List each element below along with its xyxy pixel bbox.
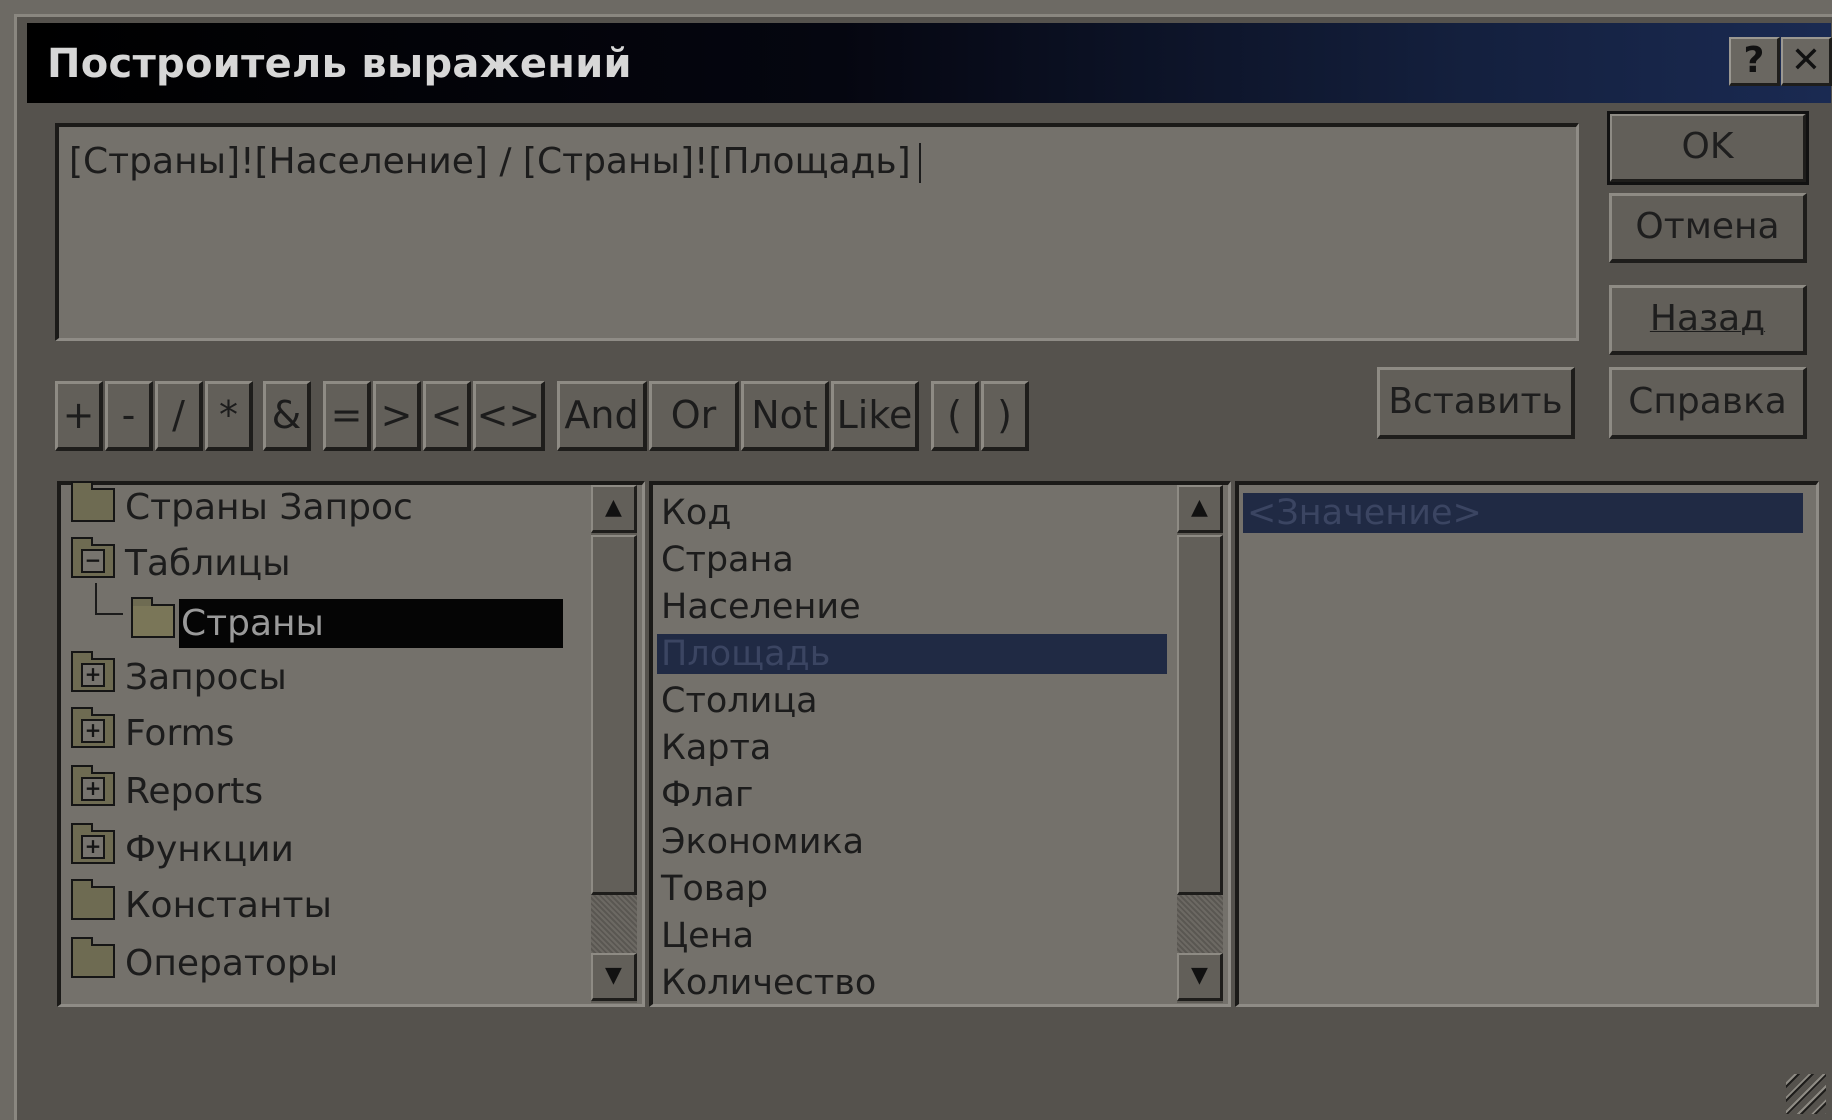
list-item[interactable]: Цена [657, 916, 754, 956]
object-tree-pane[interactable]: Страны Запрос − Таблицы Страны + Запросы +… [57, 481, 645, 1007]
list-item[interactable]: Население [657, 587, 861, 627]
insert-button[interactable]: Вставить [1377, 367, 1575, 439]
list-item[interactable]: Код [657, 493, 731, 533]
tree-item-label: Запросы [125, 657, 287, 698]
resize-grip-icon[interactable] [1786, 1074, 1826, 1114]
expression-value: [Страны]![Население] / [Страны]![Площадь… [69, 141, 911, 182]
op-concat-button[interactable]: & [263, 381, 311, 451]
tree-item-forms[interactable]: + Forms [71, 707, 235, 767]
list-item[interactable]: Количество [657, 963, 876, 1003]
tree-item-label: Операторы [125, 943, 339, 984]
tree-item-label: Страны Запрос [125, 487, 413, 528]
back-button[interactable]: Назад [1609, 285, 1807, 355]
op-open-paren-button[interactable]: ( [931, 381, 979, 451]
op-and-button[interactable]: And [557, 381, 647, 451]
cancel-button[interactable]: Отмена [1609, 193, 1807, 263]
tree-item-label: Forms [125, 713, 235, 754]
help-button[interactable]: Справка [1609, 367, 1807, 439]
list-item-selected[interactable]: Площадь [657, 634, 1167, 674]
list-item-selected[interactable]: <Значение> [1243, 493, 1803, 533]
folder-plus-icon: + [71, 707, 115, 748]
ok-button[interactable]: OK [1607, 111, 1809, 185]
tree-item-constants[interactable]: Константы [71, 879, 332, 939]
scroll-thumb[interactable] [1177, 535, 1223, 895]
tree-item-operators[interactable]: Операторы [71, 937, 339, 997]
op-not-equal-button[interactable]: <> [473, 381, 545, 451]
list-item[interactable]: Страна [657, 540, 794, 580]
list-item[interactable]: Товар [657, 869, 768, 909]
scroll-up-arrow-icon[interactable]: ▲ [1177, 485, 1223, 533]
folder-icon [71, 937, 115, 978]
tree-item-label: Reports [125, 771, 264, 812]
help-title-button[interactable]: ? [1729, 37, 1780, 86]
op-close-paren-button[interactable]: ) [981, 381, 1029, 451]
op-plus-button[interactable]: + [55, 381, 103, 451]
op-or-button[interactable]: Or [649, 381, 739, 451]
close-button[interactable]: ✕ [1781, 37, 1832, 86]
tree-item-functions[interactable]: + Функции [71, 823, 294, 883]
op-greater-button[interactable]: > [373, 381, 421, 451]
title-bar[interactable]: Построитель выражений ? ✕ [27, 23, 1832, 103]
tree-item-countries-query[interactable]: Страны Запрос [71, 481, 413, 541]
expression-input[interactable]: [Страны]![Население] / [Страны]![Площадь… [55, 123, 1579, 341]
tree-item-label: Страны [179, 599, 563, 648]
tree-item-countries-table[interactable]: Страны [131, 597, 563, 653]
list-item[interactable]: Столица [657, 681, 818, 721]
tree-connector [95, 583, 123, 615]
folder-plus-icon: + [71, 651, 115, 692]
expression-text: [Страны]![Население] / [Страны]![Площадь… [69, 141, 921, 183]
tree-item-reports[interactable]: + Reports [71, 765, 264, 825]
folder-minus-icon: − [71, 537, 115, 578]
op-minus-button[interactable]: - [105, 381, 153, 451]
folder-icon [71, 481, 115, 522]
list-item[interactable]: Карта [657, 728, 771, 768]
op-like-button[interactable]: Like [831, 381, 919, 451]
scroll-track[interactable] [1177, 895, 1223, 953]
op-not-button[interactable]: Not [741, 381, 829, 451]
folder-plus-icon: + [71, 765, 115, 806]
scroll-down-arrow-icon[interactable]: ▼ [1177, 953, 1223, 1001]
tree-scrollbar[interactable]: ▲ ▼ [591, 485, 637, 1003]
text-caret [918, 143, 921, 183]
list-item[interactable]: Флаг [657, 775, 753, 815]
op-divide-button[interactable]: / [155, 381, 203, 451]
value-list-pane[interactable]: <Значение> [1235, 481, 1819, 1007]
list-item[interactable]: Экономика [657, 822, 864, 862]
op-less-button[interactable]: < [423, 381, 471, 451]
scroll-up-arrow-icon[interactable]: ▲ [591, 485, 637, 533]
window-title: Построитель выражений [47, 41, 632, 87]
expression-builder-dialog: Построитель выражений ? ✕ [Страны]![Насе… [14, 14, 1832, 1120]
op-equals-button[interactable]: = [323, 381, 371, 451]
scroll-track[interactable] [591, 895, 637, 953]
field-scrollbar[interactable]: ▲ ▼ [1177, 485, 1223, 1003]
tree-item-label: Функции [125, 829, 294, 870]
tree-item-label: Константы [125, 885, 332, 926]
op-multiply-button[interactable]: * [205, 381, 253, 451]
tree-item-label: Таблицы [125, 543, 291, 584]
folder-plus-icon: + [71, 823, 115, 864]
tree-item-queries[interactable]: + Запросы [71, 651, 287, 711]
scroll-thumb[interactable] [591, 535, 637, 895]
folder-open-icon [131, 597, 175, 638]
folder-icon [71, 879, 115, 920]
field-list-pane[interactable]: Код Страна Население Площадь Столица Кар… [649, 481, 1231, 1007]
scroll-down-arrow-icon[interactable]: ▼ [591, 953, 637, 1001]
